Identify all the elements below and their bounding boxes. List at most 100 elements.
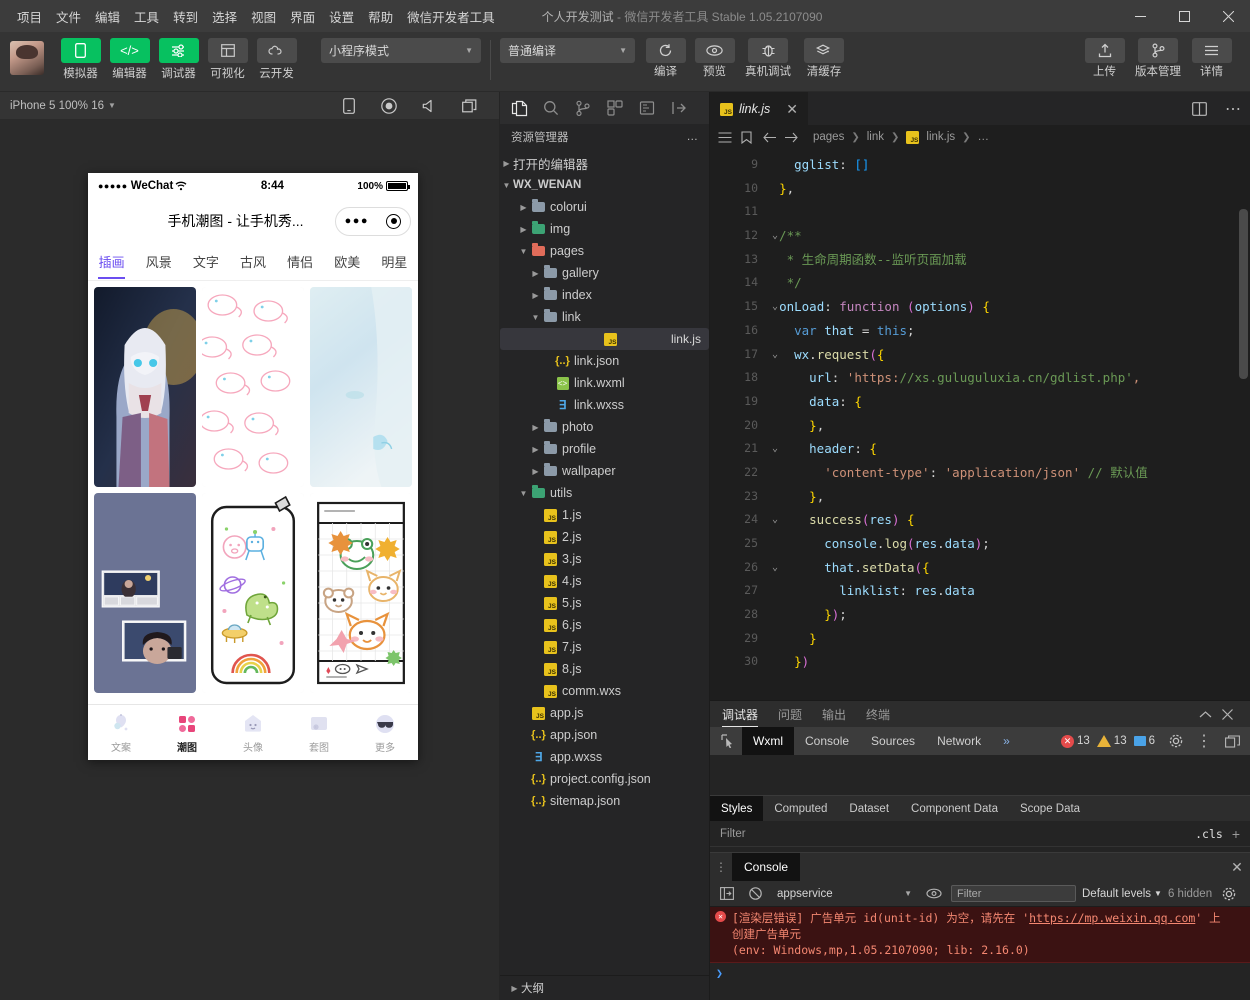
- upload-button[interactable]: 上传: [1080, 38, 1129, 79]
- device-select[interactable]: iPhone 5 100% 16: [10, 100, 104, 112]
- clear-cache-button[interactable]: 清缓存: [797, 38, 851, 79]
- tree-row-utils[interactable]: ▼ utils: [500, 482, 709, 504]
- drawer-grip-icon[interactable]: ⋮: [710, 860, 732, 874]
- editor-scrollbar[interactable]: [1236, 149, 1250, 700]
- devtools-tab-console[interactable]: Console: [794, 727, 860, 755]
- code-line[interactable]: },: [764, 177, 1250, 201]
- category-tab-mingxing[interactable]: 明星: [371, 243, 418, 280]
- tree-row-profile[interactable]: ▶ profile: [500, 438, 709, 460]
- code-line[interactable]: /**: [764, 224, 1250, 248]
- debug-icon[interactable]: [631, 93, 663, 123]
- menu-item-settings[interactable]: 设置: [322, 3, 361, 30]
- warning-count[interactable]: 13: [1096, 735, 1127, 747]
- devtools-tab-wxml[interactable]: Wxml: [742, 727, 794, 755]
- devtools-tab-sources[interactable]: Sources: [860, 727, 926, 755]
- menu-item-project[interactable]: 项目: [10, 3, 49, 30]
- search-icon[interactable]: [535, 93, 567, 123]
- menu-item-help[interactable]: 帮助: [361, 3, 400, 30]
- panel-tab-problems[interactable]: 问题: [778, 701, 802, 727]
- code-line[interactable]: gglist: []: [764, 153, 1250, 177]
- code-line[interactable]: console.log(res.data);: [764, 532, 1250, 556]
- collapse-icon[interactable]: [663, 93, 695, 123]
- code-content[interactable]: gglist: [] }, /** * 生命周期函数--监听页面加载 */ on…: [764, 149, 1250, 700]
- tree-row-sitemap-json[interactable]: {..} sitemap.json: [500, 790, 709, 812]
- show-sidebar-icon[interactable]: [716, 887, 738, 900]
- code-line[interactable]: that.setData({: [764, 556, 1250, 580]
- console-error-message[interactable]: ✕ [渲染层错误] 广告单元 id(unit-id) 为空，请先在 'https…: [710, 907, 1250, 963]
- menu-item-file[interactable]: 文件: [49, 3, 88, 30]
- maximize-icon[interactable]: [1162, 0, 1206, 32]
- styles-filter-input[interactable]: Filter: [720, 828, 746, 840]
- tree-row-link[interactable]: ▼ link: [500, 306, 709, 328]
- compile-button[interactable]: 编译: [641, 38, 690, 79]
- tree-row-link-js[interactable]: JS link.js: [500, 328, 709, 350]
- inspect-element-icon[interactable]: [714, 734, 742, 748]
- code-line[interactable]: },: [764, 414, 1250, 438]
- tree-row-gallery[interactable]: ▶ gallery: [500, 262, 709, 284]
- breadcrumb-hamburger-icon[interactable]: [718, 131, 732, 143]
- console-tab[interactable]: Console: [732, 853, 801, 881]
- avatar[interactable]: [10, 41, 44, 75]
- code-line[interactable]: },: [764, 485, 1250, 509]
- category-tab-wenzi[interactable]: 文字: [182, 243, 229, 280]
- phone-rotate-icon[interactable]: [329, 97, 369, 114]
- tree-row-8-js[interactable]: JS 8.js: [500, 658, 709, 680]
- menu-item-devtools[interactable]: 微信开发者工具: [400, 3, 502, 30]
- styles-tab-styles[interactable]: Styles: [710, 795, 764, 822]
- more-icon[interactable]: ⋯: [1216, 92, 1250, 125]
- tabbar-item-touxiang[interactable]: 头像: [220, 705, 286, 760]
- console-prompt[interactable]: ❯: [710, 963, 1250, 983]
- visual-toggle-button[interactable]: 可视化: [203, 38, 252, 81]
- tree-row-link-wxss[interactable]: ∃ link.wxss: [500, 394, 709, 416]
- category-tab-qinglv[interactable]: 情侣: [277, 243, 324, 280]
- wxml-tree-area[interactable]: [710, 755, 1250, 795]
- source-control-icon[interactable]: [567, 93, 599, 123]
- menu-item-tools[interactable]: 工具: [127, 3, 166, 30]
- code-line[interactable]: onLoad: function (options) {: [764, 295, 1250, 319]
- kebab-icon[interactable]: ⋮: [1190, 731, 1218, 751]
- wallpaper-item-animal-stickers[interactable]: [310, 493, 412, 693]
- wallpaper-item-anime-girl[interactable]: [94, 287, 196, 487]
- chevron-down-icon[interactable]: ▼: [108, 101, 116, 110]
- menu-item-interface[interactable]: 界面: [283, 3, 322, 30]
- devtools-overflow-icon[interactable]: »: [992, 727, 1021, 755]
- breadcrumb-item-link[interactable]: link: [867, 131, 884, 143]
- code-line[interactable]: [764, 200, 1250, 224]
- tree-row-4-js[interactable]: JS 4.js: [500, 570, 709, 592]
- live-expression-icon[interactable]: [923, 888, 945, 899]
- styles-tab-scope-data[interactable]: Scope Data: [1009, 796, 1091, 822]
- forward-icon[interactable]: [784, 132, 798, 143]
- breadcrumb-item-pages[interactable]: pages: [813, 131, 844, 143]
- category-tab-oumei[interactable]: 欧美: [324, 243, 371, 280]
- version-control-button[interactable]: 版本管理: [1129, 38, 1187, 79]
- files-icon[interactable]: [503, 93, 535, 123]
- panel-tab-debugger[interactable]: 调试器: [722, 701, 759, 727]
- target-icon[interactable]: [386, 213, 402, 229]
- tree-row-6-js[interactable]: JS 6.js: [500, 614, 709, 636]
- tree-row-link-json[interactable]: {..} link.json: [500, 350, 709, 372]
- tree-row-1-js[interactable]: JS 1.js: [500, 504, 709, 526]
- code-line[interactable]: wx.request({: [764, 343, 1250, 367]
- tree-row-7-js[interactable]: JS 7.js: [500, 636, 709, 658]
- sound-icon[interactable]: [409, 99, 449, 113]
- panel-tab-terminal[interactable]: 终端: [866, 701, 890, 727]
- wallpaper-item-pink-cats[interactable]: [202, 287, 304, 487]
- console-error-link[interactable]: https://mp.weixin.qq.com: [1029, 911, 1195, 925]
- tree-row-comm-wxs[interactable]: JS comm.wxs: [500, 680, 709, 702]
- styles-tab-computed[interactable]: Computed: [763, 796, 838, 822]
- console-context-select[interactable]: appservice ▼: [772, 884, 917, 903]
- file-tree[interactable]: ▶ 打开的编辑器 ▼ WX_WENAN ▶ colorui ▶ img ▼ pages ▶ g…: [500, 150, 709, 975]
- category-tab-gufeng[interactable]: 古风: [229, 243, 276, 280]
- wallpaper-item-photo-collage[interactable]: [94, 493, 196, 693]
- compile-select[interactable]: 普通编译 ▼: [500, 38, 635, 63]
- tree-row-link-wxml[interactable]: <> link.wxml: [500, 372, 709, 394]
- menu-item-edit[interactable]: 编辑: [88, 3, 127, 30]
- cls-button[interactable]: .cls: [1195, 827, 1223, 841]
- tree-row-app-wxss[interactable]: ∃ app.wxss: [500, 746, 709, 768]
- code-editor[interactable]: 9 10 11 12 ⌄ 13 14 15 ⌄ 16 17 ⌄ 18 19 20 21 ⌄ 22 23 24 ⌄ 25 26…: [710, 149, 1250, 700]
- add-style-rule-button[interactable]: +: [1232, 826, 1240, 842]
- window-icon[interactable]: [449, 98, 489, 113]
- editor-toggle-button[interactable]: </> 编辑器: [105, 38, 154, 81]
- split-editor-icon[interactable]: [1182, 92, 1216, 125]
- tree-row-pages[interactable]: ▼ pages: [500, 240, 709, 262]
